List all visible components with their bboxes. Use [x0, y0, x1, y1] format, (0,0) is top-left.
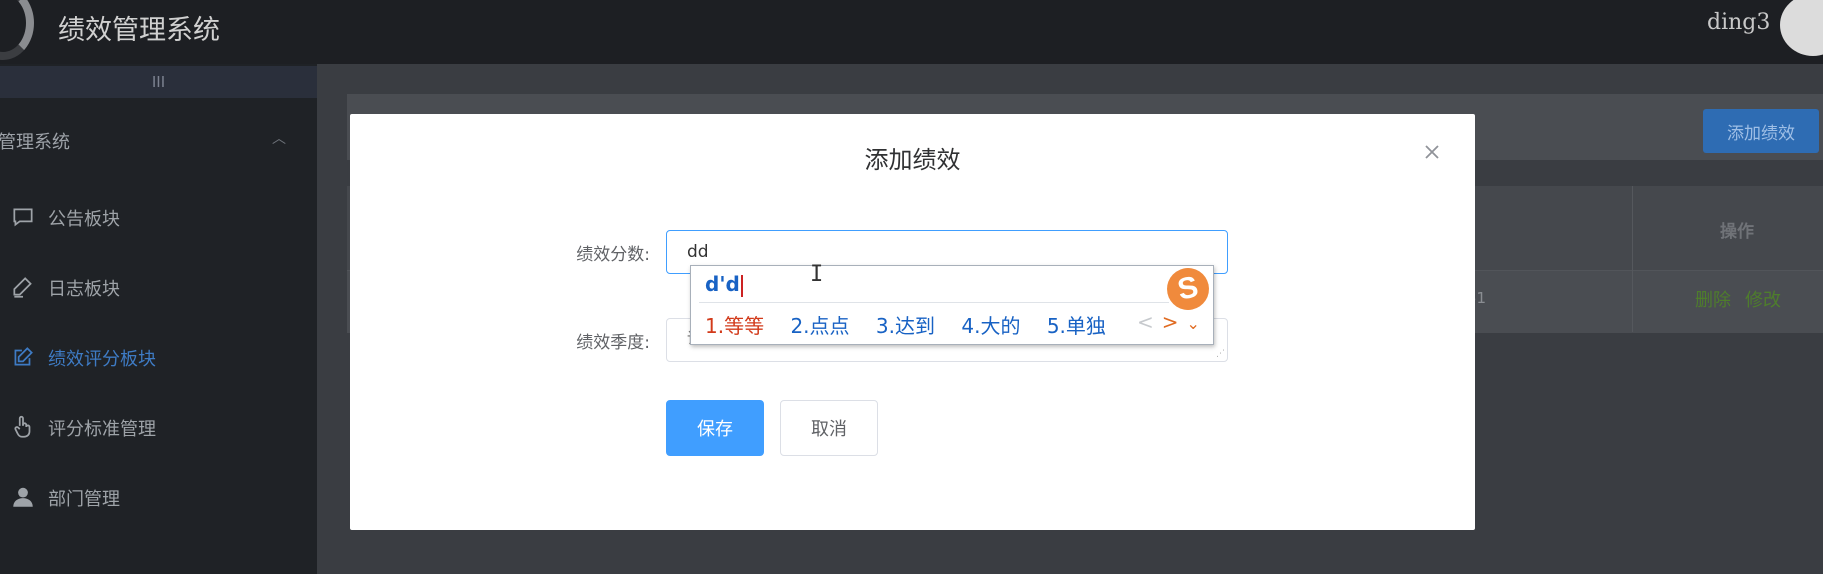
app-title: 绩效管理系统 [58, 15, 220, 46]
add-performance-button[interactable]: 添加绩效 [1703, 109, 1819, 153]
cancel-button[interactable]: 取消 [780, 400, 878, 456]
menu-group-management[interactable]: 管理系统 ︿ [0, 124, 317, 156]
edit-link[interactable]: 修改 [1745, 286, 1781, 312]
ime-next-page-icon[interactable]: > [1162, 310, 1179, 334]
edit-pen-icon [13, 277, 32, 298]
ime-candidate-window: d'd S 1.等等 2.点点 3.达到 4.大的 5.单独 < > ⌄ [690, 264, 1214, 345]
sidebar-item-label: 公告板块 [48, 209, 120, 230]
ime-prev-page-icon[interactable]: < [1137, 310, 1154, 334]
ime-expand-icon[interactable]: ⌄ [1187, 314, 1200, 333]
ime-caret [740, 274, 743, 297]
user-icon [13, 487, 33, 507]
save-button[interactable]: 保存 [666, 400, 764, 456]
ime-candidate[interactable]: 2.点点 [790, 314, 849, 338]
sidebar: III 管理系统 ︿ 公告板块 日志板块 绩效评分板块 评分标准管理 部门管理 [0, 64, 317, 574]
ime-composition: d'd [705, 272, 743, 297]
logo-icon [0, 0, 34, 60]
menu-group-label: 管理系统 [0, 132, 70, 153]
score-label: 绩效分数: [576, 245, 650, 265]
edit-square-icon [14, 347, 33, 366]
delete-link[interactable]: 删除 [1695, 286, 1731, 312]
message-icon [13, 208, 33, 227]
sogou-logo-icon: S [1163, 264, 1213, 314]
ime-candidate[interactable]: 1.等等 [705, 314, 764, 338]
pointer-hand-icon [14, 415, 31, 438]
ime-candidate[interactable]: 5.单独 [1047, 314, 1106, 338]
ime-composition-text: d'd [705, 272, 740, 296]
sidebar-item-label: 日志板块 [48, 279, 120, 300]
ime-candidate-list: 1.等等 2.点点 3.达到 4.大的 5.单独 [705, 310, 1126, 339]
dialog-title: 添加绩效 [864, 146, 961, 174]
chevron-up-icon: ︿ [272, 131, 286, 147]
ime-candidate[interactable]: 4.大的 [961, 314, 1020, 338]
column-divider [1632, 186, 1633, 332]
season-label: 绩效季度: [576, 333, 650, 353]
sidebar-item-logs[interactable]: 日志板块 [0, 268, 317, 308]
sidebar-item-announcements[interactable]: 公告板块 [0, 198, 317, 238]
top-header: 绩效管理系统 ding3 [0, 0, 1823, 64]
ime-divider [699, 302, 1169, 303]
sidebar-item-label: 部门管理 [48, 489, 120, 510]
username[interactable]: ding3 [1707, 10, 1770, 35]
operations-column-header: 操作 [1720, 222, 1754, 242]
close-icon[interactable] [1422, 142, 1442, 162]
ime-candidate[interactable]: 3.达到 [876, 314, 935, 338]
avatar[interactable] [1780, 0, 1823, 56]
resize-grip-icon[interactable]: ⋰ [1216, 350, 1226, 360]
ime-navigation: < > ⌄ [1137, 310, 1200, 334]
sidebar-collapse-toggle[interactable]: III [0, 66, 317, 98]
text-cursor-icon: I [810, 262, 824, 287]
sidebar-item-label: 评分标准管理 [48, 419, 156, 440]
sidebar-item-label: 绩效评分板块 [48, 349, 156, 370]
sidebar-item-performance[interactable]: 绩效评分板块 [0, 338, 317, 378]
sidebar-item-scoring-standards[interactable]: 评分标准管理 [0, 408, 317, 448]
sidebar-item-departments[interactable]: 部门管理 [0, 478, 317, 518]
